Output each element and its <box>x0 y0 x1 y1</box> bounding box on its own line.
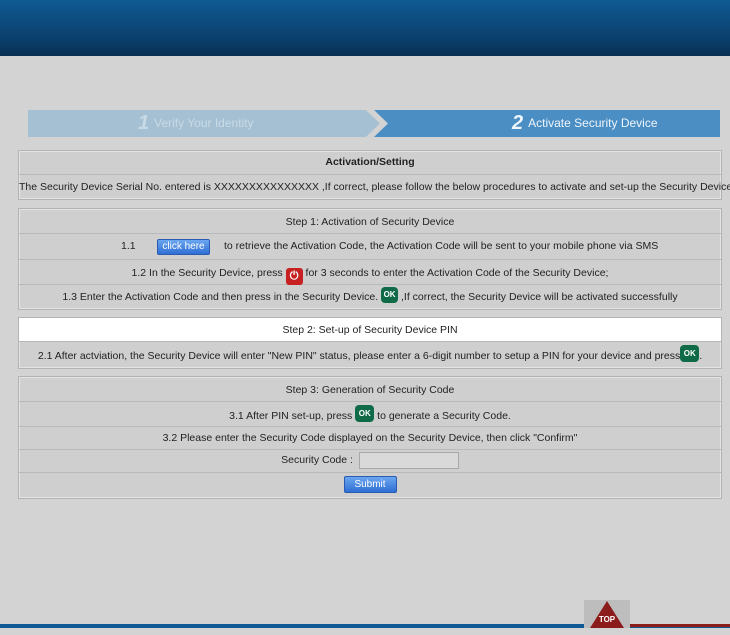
row-1-3-text-pre: 1.3 Enter the Activation Code and then p… <box>62 291 379 303</box>
row-1-1-text: to retrieve the Activation Code, the Act… <box>224 240 659 252</box>
progress-stepper: 1 Verify Your Identity 2 Activate Security… <box>28 110 720 137</box>
submit-row: Submit <box>19 473 721 498</box>
step1-title: Step 1: Activation of Security Device <box>285 216 455 228</box>
row-1-2-text-pre: 1.2 In the Security Device, press <box>131 267 283 279</box>
step2-title-row: Step 2: Set-up of Security Device PIN <box>19 318 721 342</box>
top-banner <box>0 0 730 56</box>
step1-row-1-2: 1.2 In the Security Device, press ⏻ for … <box>19 260 721 285</box>
row-3-1-text-post: to generate a Security Code. <box>377 410 511 422</box>
click-here-button[interactable]: click here <box>157 239 210 255</box>
step1-panel: Step 1: Activation of Security Device 1.… <box>18 208 722 310</box>
serial-row: The Security Device Serial No. entered i… <box>19 175 730 199</box>
security-code-label: Security Code : <box>281 454 353 466</box>
step2-title: Step 2: Set-up of Security Device PIN <box>282 324 458 336</box>
step3-panel: Step 3: Generation of Security Code 3.1 … <box>18 376 722 499</box>
row-1-2-text-post: for 3 seconds to enter the Activation Co… <box>305 267 609 279</box>
activation-panel: Activation/Setting The Security Device S… <box>18 150 730 200</box>
row-1-3-text-post: ,If correct, the Security Device will be… <box>401 291 678 303</box>
step-2-number: 2 <box>512 112 524 134</box>
top-label: TOP <box>598 615 616 624</box>
step3-title-row: Step 3: Generation of Security Code <box>19 377 721 402</box>
step3-row-3-1: 3.1 After PIN set-up, press OK to genera… <box>19 402 721 427</box>
row-3-2-text: 3.2 Please enter the Security Code displ… <box>162 432 578 444</box>
step3-row-3-2: 3.2 Please enter the Security Code displ… <box>19 427 721 450</box>
row-1-1-number: 1.1 <box>121 240 136 252</box>
power-button-icon: ⏻ <box>285 268 303 285</box>
ok-button-icon: OK <box>680 345 700 362</box>
activation-title-row: Activation/Setting <box>19 151 721 175</box>
step1-row-1-1: 1.1 click here to retrieve the Activatio… <box>19 234 721 260</box>
serial-text: The Security Device Serial No. entered i… <box>19 181 730 193</box>
step-1-label: Verify Your Identity <box>154 116 254 130</box>
step-verify-identity: 1 Verify Your Identity <box>28 110 380 137</box>
step-activate-device: 2 Activate Security Device <box>372 110 720 137</box>
step1-row-1-3: 1.3 Enter the Activation Code and then p… <box>19 285 721 309</box>
ok-button-icon: OK <box>381 287 399 303</box>
row-2-1-text-pre: 2.1 After actviation, the Security Devic… <box>37 350 681 362</box>
submit-button[interactable]: Submit <box>343 476 397 493</box>
row-2-1-text-post: . <box>699 350 703 362</box>
step1-title-row: Step 1: Activation of Security Device <box>19 209 721 234</box>
step-1-number: 1 <box>138 112 150 134</box>
security-code-row: Security Code : <box>19 450 721 473</box>
row-3-1-text-pre: 3.1 After PIN set-up, press <box>229 410 353 422</box>
security-code-input[interactable] <box>358 451 459 469</box>
step2-row-2-1: 2.1 After actviation, the Security Devic… <box>19 342 721 368</box>
activation-title: Activation/Setting <box>325 156 415 168</box>
step2-panel: Step 2: Set-up of Security Device PIN 2.… <box>18 317 722 369</box>
step-2-label: Activate Security Device <box>528 116 658 130</box>
ok-button-icon: OK <box>355 405 375 422</box>
step3-title: Step 3: Generation of Security Code <box>285 384 455 396</box>
